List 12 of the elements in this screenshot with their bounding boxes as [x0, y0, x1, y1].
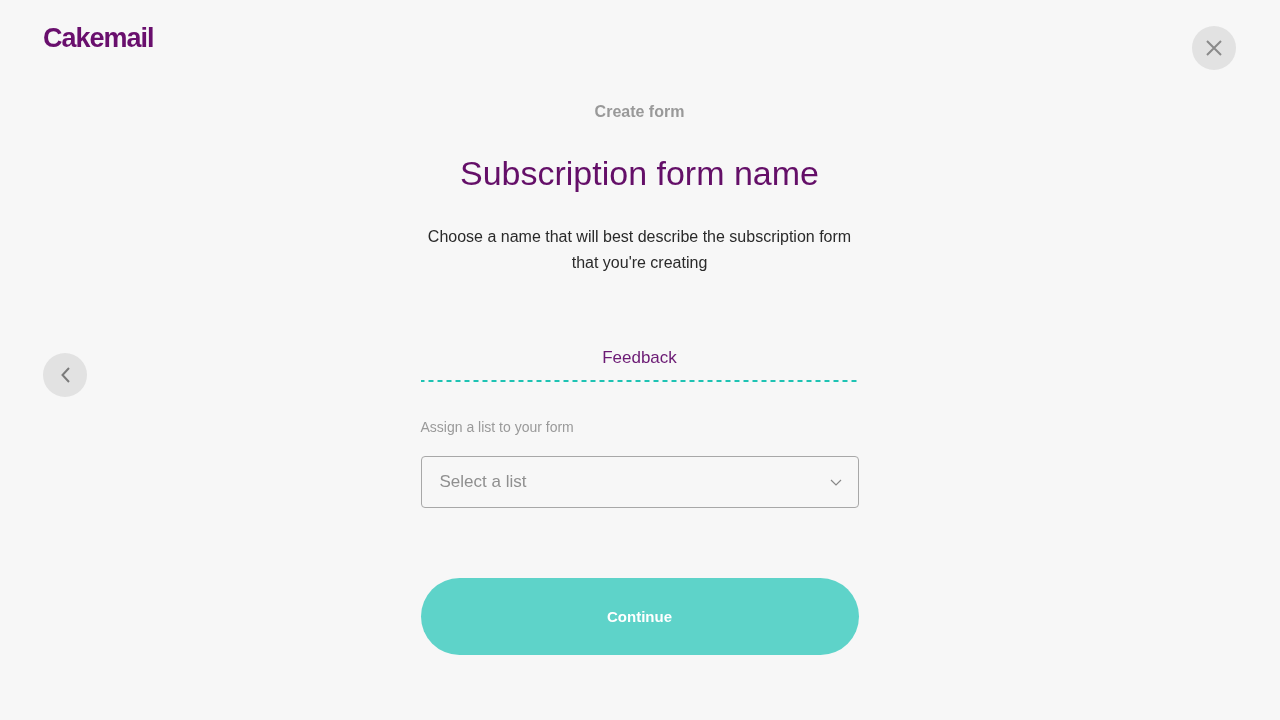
close-button[interactable] — [1192, 26, 1236, 70]
list-dropdown[interactable]: Select a list — [420, 456, 859, 508]
continue-button[interactable]: Continue — [420, 578, 859, 655]
back-button[interactable] — [43, 353, 87, 397]
chevron-down-icon — [829, 478, 842, 486]
description: Choose a name that will best describe the subscription form that you're creating — [426, 227, 853, 273]
step-label: Create form — [594, 102, 685, 122]
page-title: Subscription form name — [459, 153, 819, 194]
list-label: Assign a list to your form — [420, 418, 574, 436]
close-icon — [1206, 40, 1222, 56]
chevron-left-icon — [60, 367, 70, 383]
logo: Cakemail — [43, 22, 154, 54]
